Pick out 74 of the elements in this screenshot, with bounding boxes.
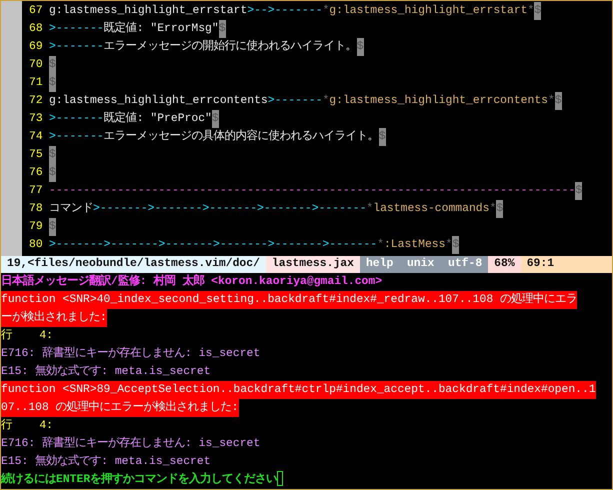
tab-marker: >------- — [49, 40, 104, 55]
line-label: 行 4: — [1, 328, 54, 344]
eol-marker: $ — [49, 74, 56, 92]
line-number: 76 — [28, 166, 44, 181]
line-number: 72 — [28, 94, 44, 109]
line-number: 70 — [28, 58, 44, 73]
line-number: 68 — [28, 22, 44, 37]
help-text: エラーメッセージの開始行に使われるハイライト。 — [104, 38, 357, 55]
eol-marker: $ — [218, 20, 226, 38]
status-segment: help unix utf-8 — [360, 256, 488, 273]
tag-name: g:lastmess_highlight_errcontents — [329, 94, 548, 109]
tag-delimiter: * — [528, 4, 534, 19]
help-text: 既定値: "PreProc" — [104, 110, 212, 127]
tag-delimiter: * — [548, 94, 555, 109]
credit-message: 日本語メッセージ翻訳/監修: 村岡 太郎 <koron.kaoriya@gmail.com> — [1, 273, 382, 290]
line-number: 77 — [28, 184, 44, 199]
error-message: function <SNR>89_AcceptSelection..backdraft#ctrlp#index_accept..backdraft#index#open..1 — [1, 381, 596, 399]
line-number: 74 — [28, 130, 44, 145]
tab-marker: >------->------->------->------->------- — [93, 202, 366, 217]
tag-delimiter: * — [489, 202, 496, 217]
line-number: 80 — [28, 238, 44, 253]
tag-name: g:lastmess_highlight_errstart — [329, 4, 528, 19]
error-detail: E15: 無効な式です: meta.is_secret — [1, 454, 211, 470]
line-number: 75 — [28, 148, 44, 163]
tag-delimiter: * — [377, 238, 384, 253]
status-segment: 69:1 — [520, 256, 612, 273]
status-segment: lastmess.jax — [266, 256, 360, 273]
eol-marker: $ — [49, 164, 56, 182]
eol-marker: $ — [378, 128, 386, 146]
help-text: エラーメッセージの具体的内容に使われるハイライト。 — [104, 128, 379, 145]
line-number: 79 — [28, 220, 44, 235]
line-number: 78 — [28, 202, 44, 217]
error-detail: E716: 辞書型にキーが存在しません: is_secret — [1, 346, 260, 362]
error-detail: E15: 無効な式です: meta.is_secret — [1, 364, 211, 380]
tag-delimiter: * — [322, 4, 330, 19]
error-message: ーが検出されました: — [1, 309, 107, 327]
eol-marker: $ — [212, 110, 219, 128]
line-number: 71 — [28, 76, 44, 91]
help-text: 既定値: "ErrorMsg" — [104, 20, 219, 37]
line-label: 行 4: — [1, 418, 54, 434]
help-text: g:lastmess_highlight_errstart — [49, 4, 248, 19]
tag-delimiter: * — [366, 202, 374, 217]
tab-marker: >-->------- — [247, 4, 322, 19]
help-text: g:lastmess_highlight_errcontents — [49, 94, 268, 109]
eol-marker: $ — [356, 38, 364, 56]
tab-marker: >------- — [268, 94, 322, 109]
tag-delimiter: * — [445, 238, 452, 253]
tab-marker: >------- — [49, 112, 104, 127]
tag-name: :LastMess — [384, 238, 446, 253]
line-number: 67 — [28, 4, 44, 19]
status-segment: 19,<files/neobundle/lastmess.vim/doc/ — [1, 256, 266, 273]
eol-marker: $ — [49, 218, 56, 236]
tab-marker: >------- — [49, 130, 104, 145]
eol-marker: $ — [534, 2, 542, 20]
prompt-text: 続けるにはENTERを押すかコマンドを入力してください — [1, 471, 278, 488]
error-detail: E716: 辞書型にキーが存在しません: is_secret — [1, 436, 260, 452]
eol-marker: $ — [496, 200, 504, 218]
tab-marker: >------- — [49, 22, 104, 37]
tab-marker: >------->------->------->------->------->------- — [49, 238, 378, 253]
error-message: function <SNR>40_index_second_setting..backdraft#index#_redraw..107..108 の処理中にエラ — [1, 291, 577, 309]
line-number: 69 — [28, 40, 44, 55]
rule-line: ----------------------------------------------------------------------------- — [49, 184, 576, 199]
eol-marker: $ — [554, 92, 562, 110]
text-cursor — [277, 471, 284, 486]
eol-marker: $ — [49, 146, 56, 164]
status-segment: 68% — [488, 256, 521, 273]
eol-marker: $ — [49, 56, 56, 74]
eol-marker: $ — [575, 182, 582, 200]
tag-name: lastmess-commands — [373, 202, 490, 217]
line-number: 73 — [28, 112, 44, 127]
eol-marker: $ — [452, 236, 460, 254]
help-text: コマンド — [49, 202, 93, 217]
tag-delimiter: * — [322, 94, 330, 109]
error-message: 07..108 の処理中にエラーが検出されました: — [1, 399, 239, 417]
